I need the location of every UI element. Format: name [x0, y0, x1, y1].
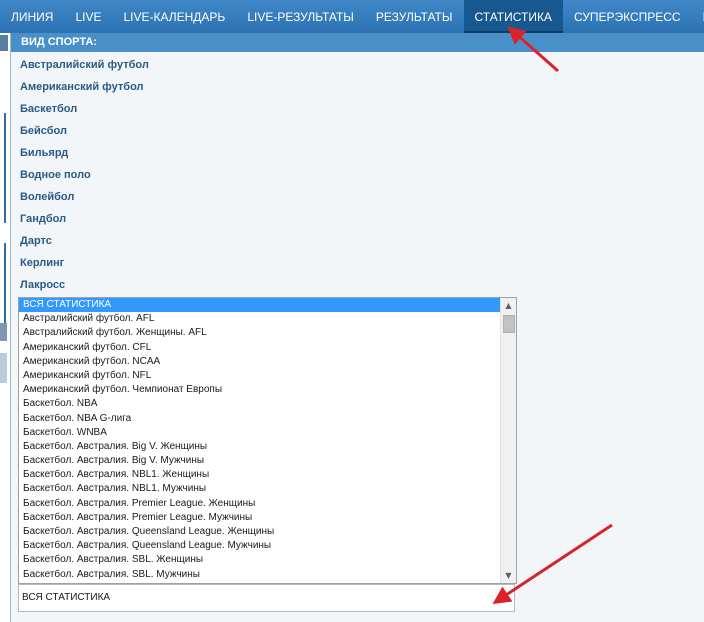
sport-item[interactable]: Гандбол [11, 208, 704, 230]
list-item[interactable]: Баскетбол. Австралия. Big V. Мужчины [19, 454, 516, 468]
sport-type-header: ВИД СПОРТА: [11, 33, 704, 52]
list-item[interactable]: Американский футбол. Чемпионат Европы [19, 383, 516, 397]
list-item[interactable]: Баскетбол. NBA G-лига [19, 412, 516, 426]
listbox-scrollbar[interactable]: ▲ ▼ [500, 298, 516, 583]
nav-item-statistics[interactable]: СТАТИСТИКА [463, 0, 563, 33]
list-item[interactable]: Баскетбол. Австралия. SBL. Мужчины [19, 568, 516, 582]
list-item[interactable]: Австралийский футбол. Женщины. AFL [19, 326, 516, 340]
nav-item-superexpress[interactable]: СУПЕРЭКСПРЕСС [563, 0, 692, 33]
sport-item[interactable]: Лакросс [11, 274, 704, 296]
edge-block [0, 353, 7, 383]
list-item[interactable]: Баскетбол. WNBA [19, 426, 516, 440]
nav-item-live[interactable]: LIVE [64, 0, 112, 33]
sport-item[interactable]: Керлинг [11, 252, 704, 274]
list-item[interactable]: Баскетбол. Австралия. Big V. Женщины [19, 440, 516, 454]
edge-block [0, 35, 8, 51]
sport-item[interactable]: Дартс [11, 230, 704, 252]
sport-list: Австралийский футбол Американский футбол… [11, 54, 704, 296]
nav-item-live-calendar[interactable]: LIVE-КАЛЕНДАРЬ [112, 0, 236, 33]
list-item[interactable]: Баскетбол. Австралия. Premier League. Му… [19, 511, 516, 525]
scroll-up-icon[interactable]: ▲ [501, 298, 516, 313]
list-item[interactable]: Австралийский футбол. AFL [19, 312, 516, 326]
sport-item[interactable]: Волейбол [11, 186, 704, 208]
list-item[interactable]: Баскетбол. Австралия. Queensland League.… [19, 539, 516, 553]
list-item[interactable]: Американский футбол. CFL [19, 341, 516, 355]
list-item[interactable]: Баскетбол. Австралия. SBL. Женщины [19, 553, 516, 567]
nav-item-results[interactable]: РЕЗУЛЬТАТЫ [365, 0, 464, 33]
scrollbar-thumb[interactable] [503, 315, 515, 333]
edge-block [0, 323, 7, 341]
sport-item[interactable]: Баскетбол [11, 98, 704, 120]
list-item-selected[interactable]: ВСЯ СТАТИСТИКА [19, 298, 516, 313]
sport-item[interactable]: Бейсбол [11, 120, 704, 142]
sport-item[interactable]: Австралийский футбол [11, 54, 704, 76]
list-item[interactable]: Американский футбол. NCAA [19, 355, 516, 369]
list-item[interactable]: Баскетбол. Австралия. NBL1. Мужчины [19, 482, 516, 496]
statistics-listbox[interactable]: ВСЯ СТАТИСТИКА Австралийский футбол. AFL… [18, 297, 517, 584]
scroll-down-icon[interactable]: ▼ [501, 568, 516, 583]
sport-item[interactable]: Американский футбол [11, 76, 704, 98]
background-page-edge [0, 33, 10, 622]
list-item[interactable]: Баскетбол. Австралия. Queensland League.… [19, 525, 516, 539]
list-item[interactable]: Баскетбол. Австралия. NBL1. Женщины [19, 468, 516, 482]
list-item[interactable]: Американский футбол. NFL [19, 369, 516, 383]
nav-item-liniya[interactable]: ЛИНИЯ [0, 0, 64, 33]
sport-item[interactable]: Бильярд [11, 142, 704, 164]
list-item[interactable]: Баскетбол. NBA [19, 397, 516, 411]
sport-item[interactable]: Водное поло [11, 164, 704, 186]
edge-line [4, 243, 6, 323]
nav-item-more[interactable]: ИН [692, 0, 704, 33]
edge-line [4, 113, 6, 223]
list-item[interactable]: Баскетбол. Австралия. Premier League. Же… [19, 497, 516, 511]
top-nav: ЛИНИЯ LIVE LIVE-КАЛЕНДАРЬ LIVE-РЕЗУЛЬТАТ… [0, 0, 704, 33]
statistics-select[interactable]: ВСЯ СТАТИСТИКА [18, 584, 515, 612]
nav-item-live-results[interactable]: LIVE-РЕЗУЛЬТАТЫ [236, 0, 365, 33]
